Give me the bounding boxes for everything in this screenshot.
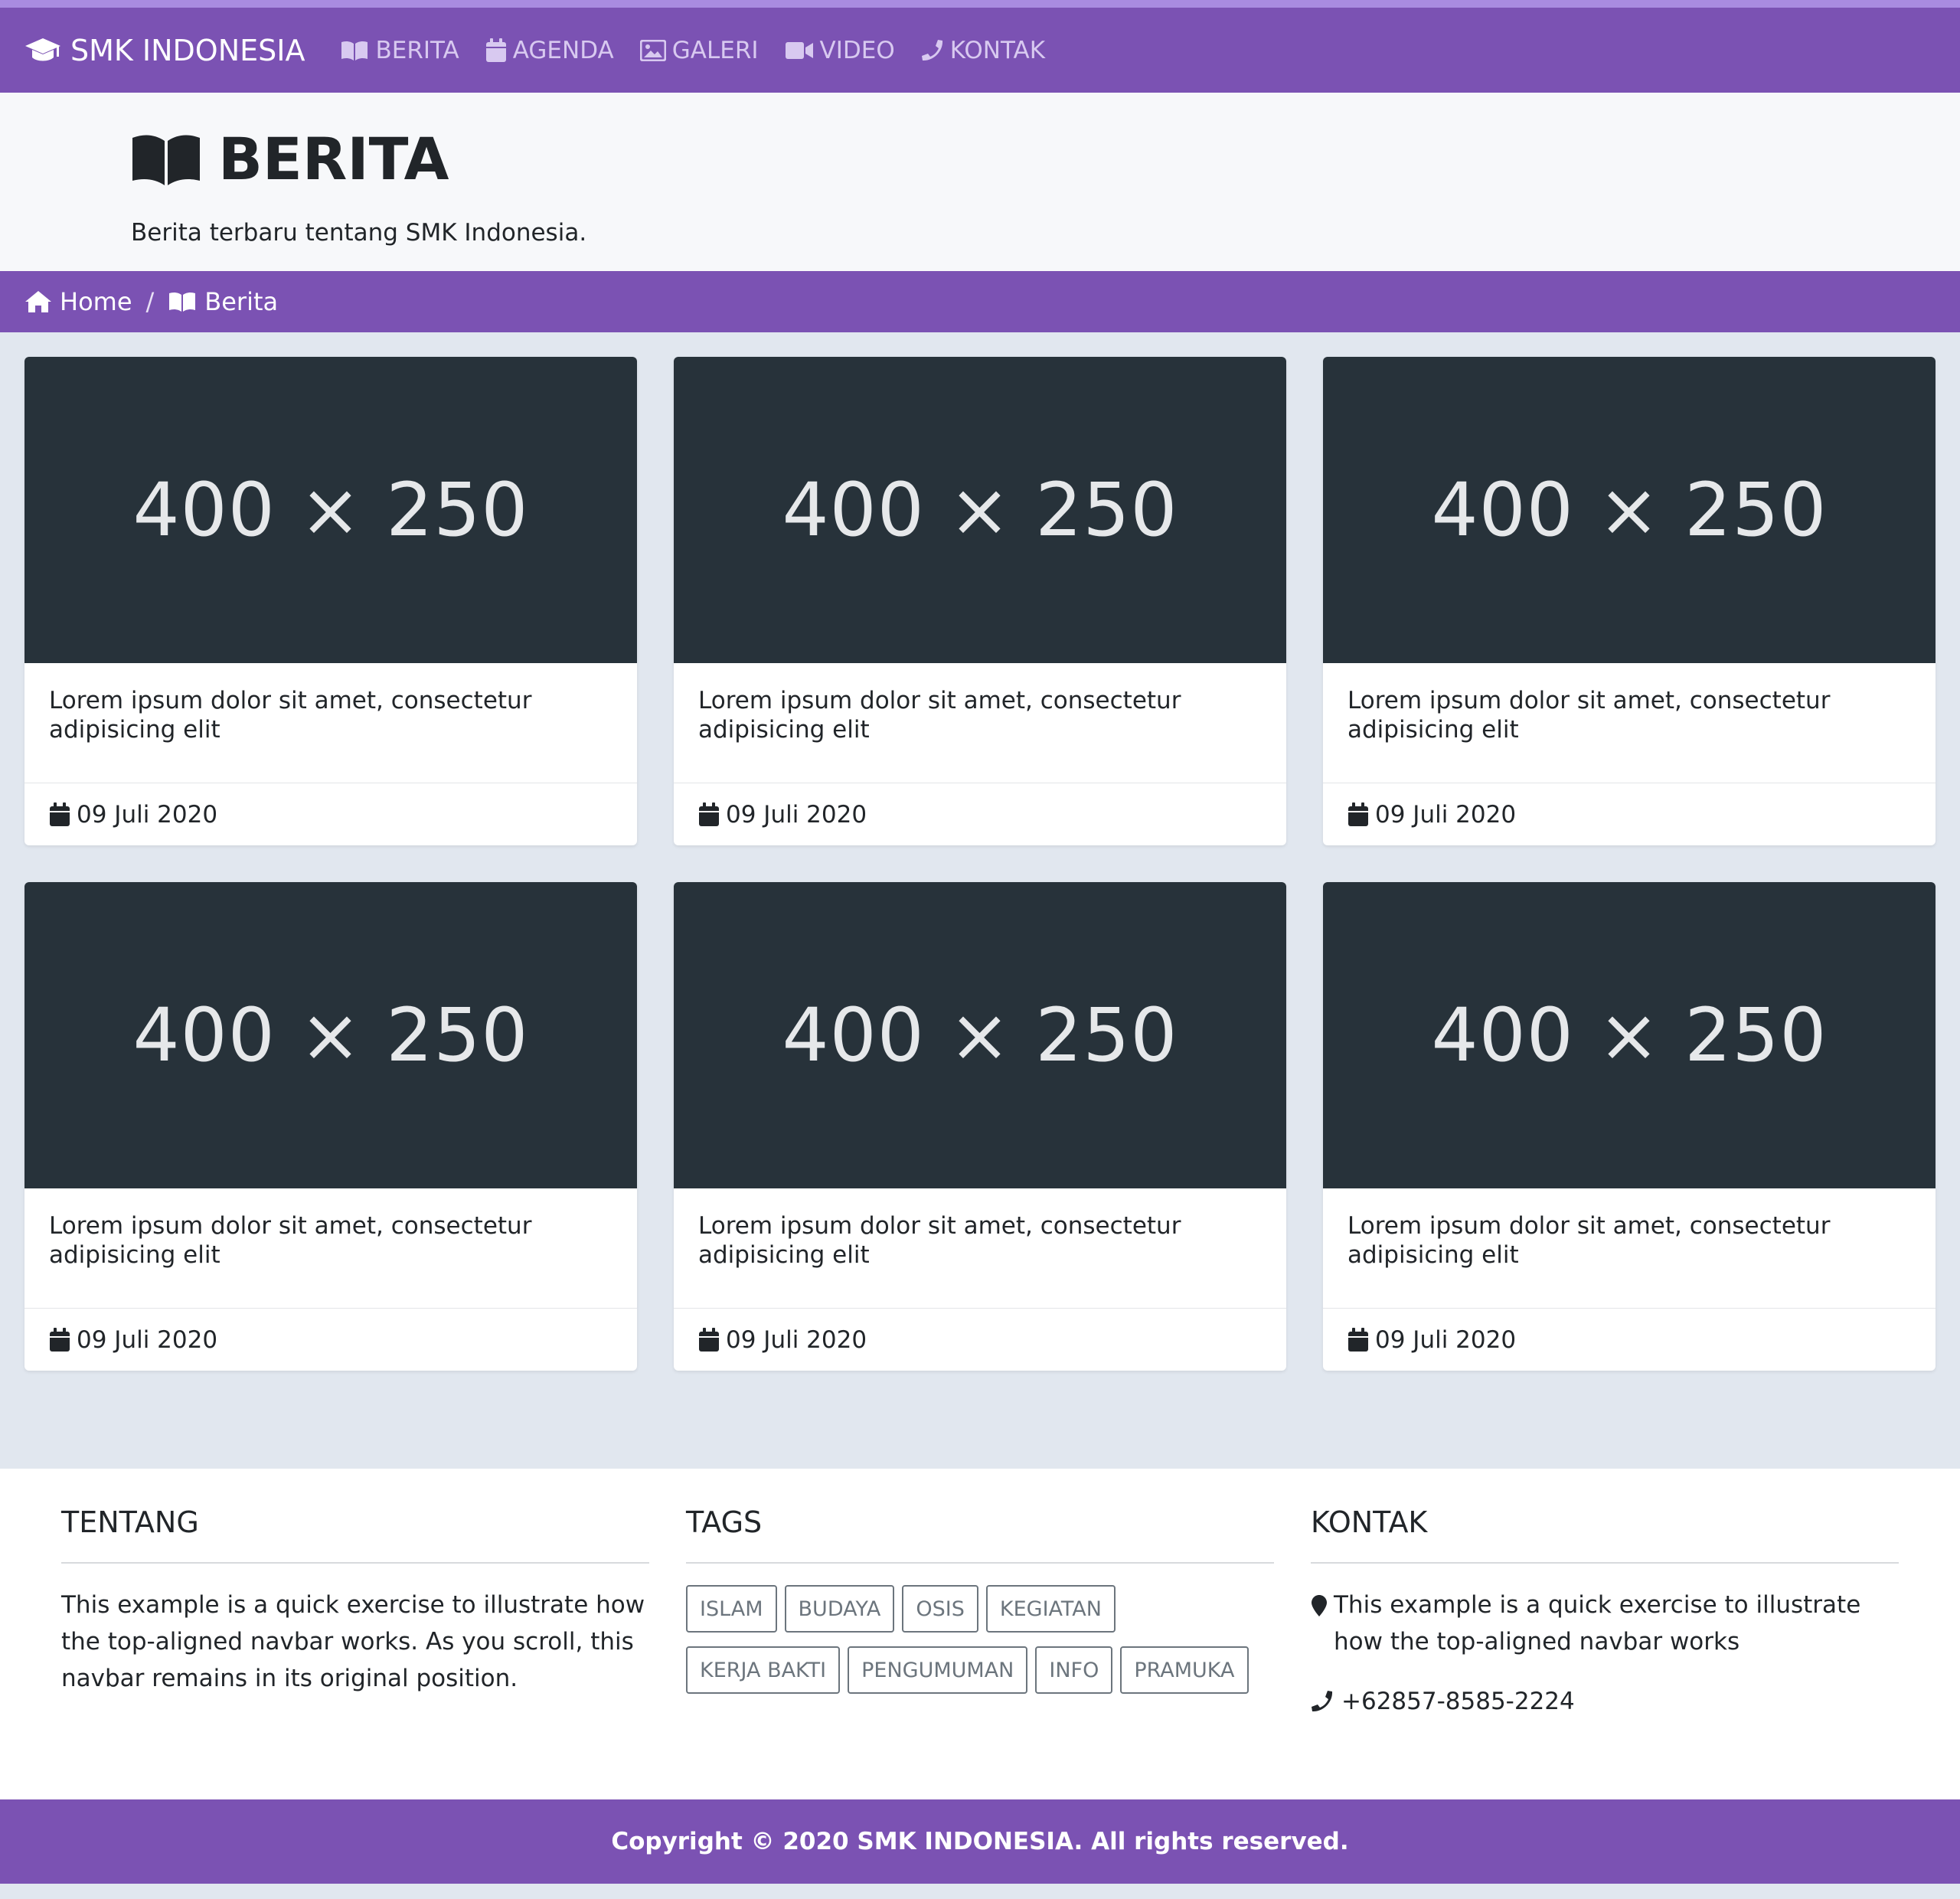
nav-item-berita[interactable]: BERITA bbox=[340, 37, 459, 64]
nav-item-video[interactable]: VIDEO bbox=[785, 37, 895, 64]
book-open-icon bbox=[132, 135, 200, 185]
nav-item-galeri[interactable]: GALERI bbox=[639, 36, 759, 64]
card-date: 09 Juli 2020 bbox=[1375, 1325, 1517, 1354]
page-subtitle: Berita terbaru tentang SMK Indonesia. bbox=[131, 219, 587, 247]
book-open-icon bbox=[169, 292, 196, 312]
card-image-placeholder[interactable]: 400 × 250 bbox=[24, 882, 637, 1188]
site-footer: TENTANG This example is a quick exercise… bbox=[0, 1469, 1960, 1799]
card-footer: 09 Juli 2020 bbox=[674, 1309, 1286, 1371]
page-title: BERITA bbox=[131, 125, 1960, 193]
card-image-placeholder[interactable]: 400 × 250 bbox=[1323, 357, 1936, 663]
nav-label: BERITA bbox=[375, 36, 459, 64]
footer-about-text: This example is a quick exercise to illu… bbox=[61, 1591, 645, 1692]
card-date: 09 Juli 2020 bbox=[77, 1325, 218, 1354]
graduation-cap-icon bbox=[25, 38, 60, 60]
card-footer: 09 Juli 2020 bbox=[1323, 783, 1936, 845]
image-icon bbox=[639, 39, 666, 61]
news-grid: 400 × 250 Lorem ipsum dolor sit amet, co… bbox=[0, 332, 1960, 1469]
card-title[interactable]: Lorem ipsum dolor sit amet, consectetur … bbox=[1323, 1188, 1936, 1309]
card-footer: 09 Juli 2020 bbox=[674, 783, 1286, 845]
brand-link[interactable]: SMK INDONESIA bbox=[24, 34, 305, 67]
card-title[interactable]: Lorem ipsum dolor sit amet, consectetur … bbox=[24, 1188, 637, 1309]
copyright-bar: Copyright © 2020 SMK INDONESIA. All righ… bbox=[0, 1799, 1960, 1884]
footer-tags-heading: TAGS bbox=[686, 1505, 1274, 1564]
footer-about: TENTANG This example is a quick exercise… bbox=[61, 1505, 649, 1799]
tag-list: ISLAM BUDAYA OSIS KEGIATAN KERJA BAKTI P… bbox=[686, 1585, 1274, 1700]
contact-address-text: This example is a quick exercise to illu… bbox=[1334, 1591, 1861, 1655]
news-card[interactable]: 400 × 250 Lorem ipsum dolor sit amet, co… bbox=[1323, 357, 1936, 845]
breadcrumb-home-label: Home bbox=[60, 287, 132, 316]
card-date: 09 Juli 2020 bbox=[1375, 800, 1517, 829]
nav-label: VIDEO bbox=[819, 36, 895, 64]
card-image-placeholder[interactable]: 400 × 250 bbox=[1323, 882, 1936, 1188]
phone-icon bbox=[1312, 1691, 1333, 1712]
breadcrumb-current: Berita bbox=[168, 287, 278, 316]
nav-item-agenda[interactable]: AGENDA bbox=[485, 37, 614, 64]
news-card[interactable]: 400 × 250 Lorem ipsum dolor sit amet, co… bbox=[674, 882, 1286, 1371]
breadcrumb-separator: / bbox=[145, 287, 155, 316]
tag-budaya[interactable]: BUDAYA bbox=[784, 1585, 895, 1633]
card-image-placeholder[interactable]: 400 × 250 bbox=[674, 882, 1286, 1188]
tag-kegiatan[interactable]: KEGIATAN bbox=[985, 1585, 1116, 1633]
card-title[interactable]: Lorem ipsum dolor sit amet, consectetur … bbox=[674, 663, 1286, 783]
brand-name: SMK INDONESIA bbox=[70, 33, 305, 67]
card-date: 09 Juli 2020 bbox=[726, 800, 867, 829]
card-footer: 09 Juli 2020 bbox=[1323, 1309, 1936, 1371]
card-date: 09 Juli 2020 bbox=[77, 800, 218, 829]
news-card[interactable]: 400 × 250 Lorem ipsum dolor sit amet, co… bbox=[674, 357, 1286, 845]
video-icon bbox=[785, 41, 813, 59]
nav-label: AGENDA bbox=[512, 36, 614, 64]
calendar-icon bbox=[1348, 1327, 1368, 1352]
card-footer: 09 Juli 2020 bbox=[24, 1309, 637, 1371]
tag-islam[interactable]: ISLAM bbox=[686, 1585, 777, 1633]
calendar-icon bbox=[699, 802, 719, 826]
footer-tags: TAGS ISLAM BUDAYA OSIS KEGIATAN KERJA BA… bbox=[686, 1505, 1274, 1799]
map-marker-icon bbox=[1312, 1595, 1327, 1616]
card-image-placeholder[interactable]: 400 × 250 bbox=[674, 357, 1286, 663]
news-card[interactable]: 400 × 250 Lorem ipsum dolor sit amet, co… bbox=[24, 882, 637, 1371]
footer-contact: KONTAK This example is a quick exercise … bbox=[1311, 1505, 1899, 1799]
news-card[interactable]: 400 × 250 Lorem ipsum dolor sit amet, co… bbox=[1323, 882, 1936, 1371]
nav-label: GALERI bbox=[671, 36, 759, 64]
nav-item-kontak[interactable]: KONTAK bbox=[921, 37, 1045, 64]
tag-kerja-bakti[interactable]: KERJA BAKTI bbox=[686, 1646, 841, 1694]
card-date: 09 Juli 2020 bbox=[726, 1325, 867, 1354]
contact-phone[interactable]: +62857-8585-2224 bbox=[1311, 1688, 1899, 1715]
navbar: SMK INDONESIA BERITA AGENDA GALERI VIDEO bbox=[0, 8, 1960, 93]
page-header: BERITA Berita terbaru tentang SMK Indone… bbox=[0, 93, 1960, 271]
tag-pengumuman[interactable]: PENGUMUMAN bbox=[848, 1646, 1028, 1694]
phone-icon bbox=[921, 39, 942, 60]
calendar-icon bbox=[485, 38, 506, 62]
contact-address: This example is a quick exercise to illu… bbox=[1311, 1587, 1899, 1660]
tag-osis[interactable]: OSIS bbox=[902, 1585, 978, 1633]
calendar-icon bbox=[699, 1327, 719, 1352]
footer-contact-heading: KONTAK bbox=[1311, 1505, 1899, 1564]
card-title[interactable]: Lorem ipsum dolor sit amet, consectetur … bbox=[24, 663, 637, 783]
card-image-placeholder[interactable]: 400 × 250 bbox=[24, 357, 637, 663]
nav-label: KONTAK bbox=[949, 36, 1046, 64]
calendar-icon bbox=[50, 802, 70, 826]
breadcrumb-current-label: Berita bbox=[204, 287, 279, 316]
breadcrumb-home[interactable]: Home bbox=[24, 287, 132, 316]
breadcrumb: Home / Berita bbox=[0, 271, 1960, 332]
footer-about-heading: TENTANG bbox=[61, 1505, 649, 1564]
book-open-icon bbox=[341, 41, 368, 60]
calendar-icon bbox=[1348, 802, 1368, 826]
tag-pramuka[interactable]: PRAMUKA bbox=[1120, 1646, 1249, 1694]
contact-phone-text: +62857-8585-2224 bbox=[1341, 1688, 1575, 1715]
card-title[interactable]: Lorem ipsum dolor sit amet, consectetur … bbox=[674, 1188, 1286, 1309]
home-icon bbox=[25, 291, 51, 312]
card-footer: 09 Juli 2020 bbox=[24, 783, 637, 845]
calendar-icon bbox=[50, 1327, 70, 1352]
card-title[interactable]: Lorem ipsum dolor sit amet, consectetur … bbox=[1323, 663, 1936, 783]
tag-info[interactable]: INFO bbox=[1035, 1646, 1113, 1694]
top-accent-stripe bbox=[0, 0, 1960, 8]
news-card[interactable]: 400 × 250 Lorem ipsum dolor sit amet, co… bbox=[24, 357, 637, 845]
page-title-text: BERITA bbox=[218, 125, 449, 193]
